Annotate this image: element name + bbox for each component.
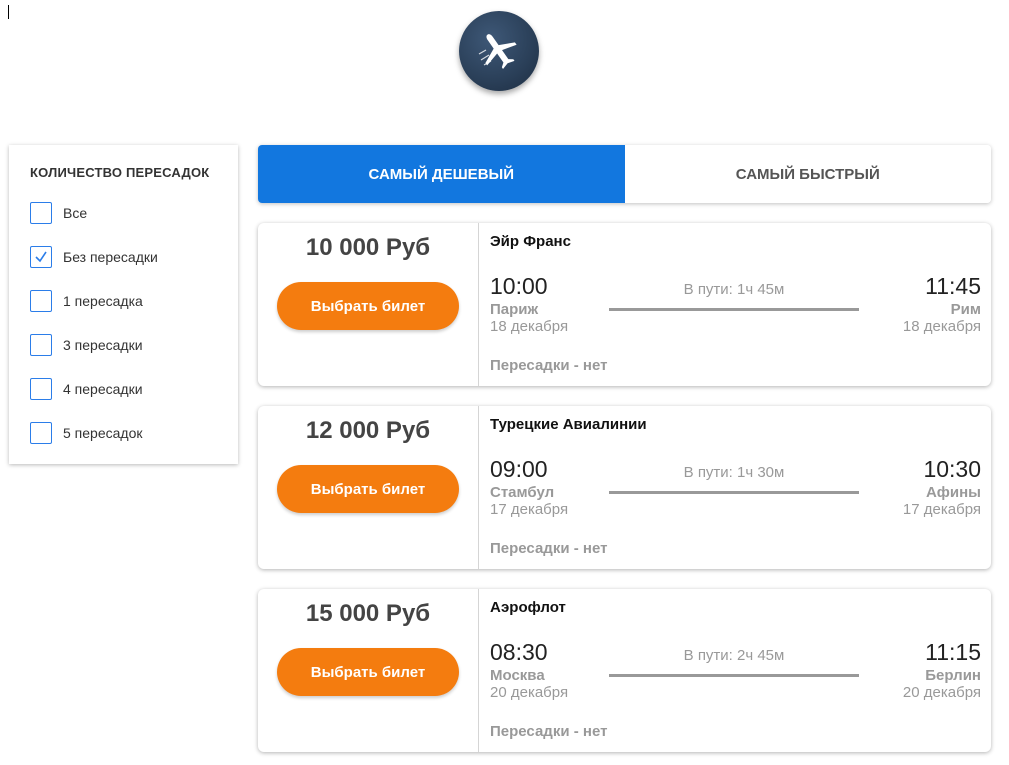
flight-duration: В пути: 2ч 45м bbox=[683, 647, 785, 664]
departure-city: Париж bbox=[490, 301, 539, 318]
route-line bbox=[609, 491, 859, 494]
checkbox[interactable] bbox=[30, 202, 52, 224]
arrival-time: 11:15 bbox=[925, 639, 981, 665]
flight-duration: В пути: 1ч 45м bbox=[683, 281, 785, 298]
route-line bbox=[609, 674, 859, 677]
tab-cheapest[interactable]: САМЫЙ ДЕШЕВЫЙ bbox=[258, 145, 625, 203]
ticket-details: Эйр Франс 10:00 Париж 18 декабря В пути:… bbox=[479, 223, 991, 386]
airline-name: Эйр Франс bbox=[490, 233, 571, 250]
arrival-date: 18 декабря bbox=[902, 318, 981, 335]
route-line bbox=[609, 308, 859, 311]
ticket-price-section: 10 000 Руб Выбрать билет bbox=[258, 223, 479, 386]
departure-time: 09:00 bbox=[490, 456, 548, 482]
checkmark-icon bbox=[35, 251, 47, 263]
departure-city: Стамбул bbox=[490, 484, 555, 501]
logo bbox=[459, 11, 539, 91]
flight-duration: В пути: 1ч 30м bbox=[683, 464, 785, 481]
ticket-details: Турецкие Авиалинии 09:00 Стамбул 17 дека… bbox=[479, 406, 991, 569]
select-ticket-button[interactable]: Выбрать билет bbox=[277, 465, 459, 513]
filter-label: 4 пересадки bbox=[63, 381, 143, 397]
departure-date: 17 декабря bbox=[490, 501, 569, 518]
arrival-time: 11:45 bbox=[925, 273, 981, 299]
ticket-price: 12 000 Руб bbox=[305, 417, 431, 444]
filter-option-all[interactable]: Все bbox=[30, 201, 87, 225]
filter-option-5-stops[interactable]: 5 пересадок bbox=[30, 421, 142, 445]
filter-label: 5 пересадок bbox=[63, 425, 143, 441]
filter-option-nonstop[interactable]: Без пересадки bbox=[30, 245, 158, 269]
select-ticket-button[interactable]: Выбрать билет bbox=[277, 282, 459, 330]
filter-label: 1 пересадка bbox=[63, 293, 143, 309]
tab-fastest[interactable]: САМЫЙ БЫСТРЫЙ bbox=[624, 145, 991, 203]
checkbox[interactable] bbox=[30, 378, 52, 400]
ticket-card: 15 000 Руб Выбрать билет Аэрофлот 08:30 … bbox=[258, 589, 991, 752]
checkbox[interactable] bbox=[30, 422, 52, 444]
airline-name: Турецкие Авиалинии bbox=[490, 416, 647, 433]
ticket-card: 12 000 Руб Выбрать билет Турецкие Авиали… bbox=[258, 406, 991, 569]
checkbox[interactable] bbox=[30, 334, 52, 356]
filters-title: КОЛИЧЕСТВО ПЕРЕСАДОК bbox=[30, 165, 210, 180]
checkbox-checked[interactable] bbox=[30, 246, 52, 268]
ticket-price-section: 15 000 Руб Выбрать билет bbox=[258, 589, 479, 752]
stops-filter-panel: КОЛИЧЕСТВО ПЕРЕСАДОК Все Без пересадки 1… bbox=[9, 145, 238, 464]
departure-date: 20 декабря bbox=[490, 684, 569, 701]
arrival-date: 17 декабря bbox=[902, 501, 981, 518]
departure-date: 18 декабря bbox=[490, 318, 569, 335]
departure-time: 10:00 bbox=[490, 273, 548, 299]
select-ticket-button[interactable]: Выбрать билет bbox=[277, 648, 459, 696]
ticket-card: 10 000 Руб Выбрать билет Эйр Франс 10:00… bbox=[258, 223, 991, 386]
filter-option-3-stops[interactable]: 3 пересадки bbox=[30, 333, 143, 357]
ticket-price: 15 000 Руб bbox=[305, 600, 431, 627]
filter-label: Все bbox=[63, 205, 88, 221]
arrival-city: Берлин bbox=[925, 667, 981, 684]
arrival-city: Рим bbox=[950, 301, 981, 318]
departure-city: Москва bbox=[490, 667, 545, 684]
filter-option-1-stop[interactable]: 1 пересадка bbox=[30, 289, 143, 313]
stops-info: Пересадки - нет bbox=[490, 723, 608, 740]
stops-info: Пересадки - нет bbox=[490, 357, 608, 374]
arrival-date: 20 декабря bbox=[902, 684, 981, 701]
airline-name: Аэрофлот bbox=[490, 599, 566, 616]
filter-label: Без пересадки bbox=[63, 249, 158, 265]
airplane-icon bbox=[478, 34, 517, 69]
text-cursor bbox=[8, 5, 9, 19]
ticket-price: 10 000 Руб bbox=[305, 234, 431, 261]
ticket-price-section: 12 000 Руб Выбрать билет bbox=[258, 406, 479, 569]
stops-info: Пересадки - нет bbox=[490, 540, 608, 557]
arrival-time: 10:30 bbox=[923, 456, 981, 482]
departure-time: 08:30 bbox=[490, 639, 548, 665]
filter-label: 3 пересадки bbox=[63, 337, 143, 353]
ticket-details: Аэрофлот 08:30 Москва 20 декабря В пути:… bbox=[479, 589, 991, 752]
sort-tabs: САМЫЙ ДЕШЕВЫЙ САМЫЙ БЫСТРЫЙ bbox=[258, 145, 991, 203]
filter-option-4-stops[interactable]: 4 пересадки bbox=[30, 377, 143, 401]
checkbox[interactable] bbox=[30, 290, 52, 312]
arrival-city: Афины bbox=[925, 484, 981, 501]
